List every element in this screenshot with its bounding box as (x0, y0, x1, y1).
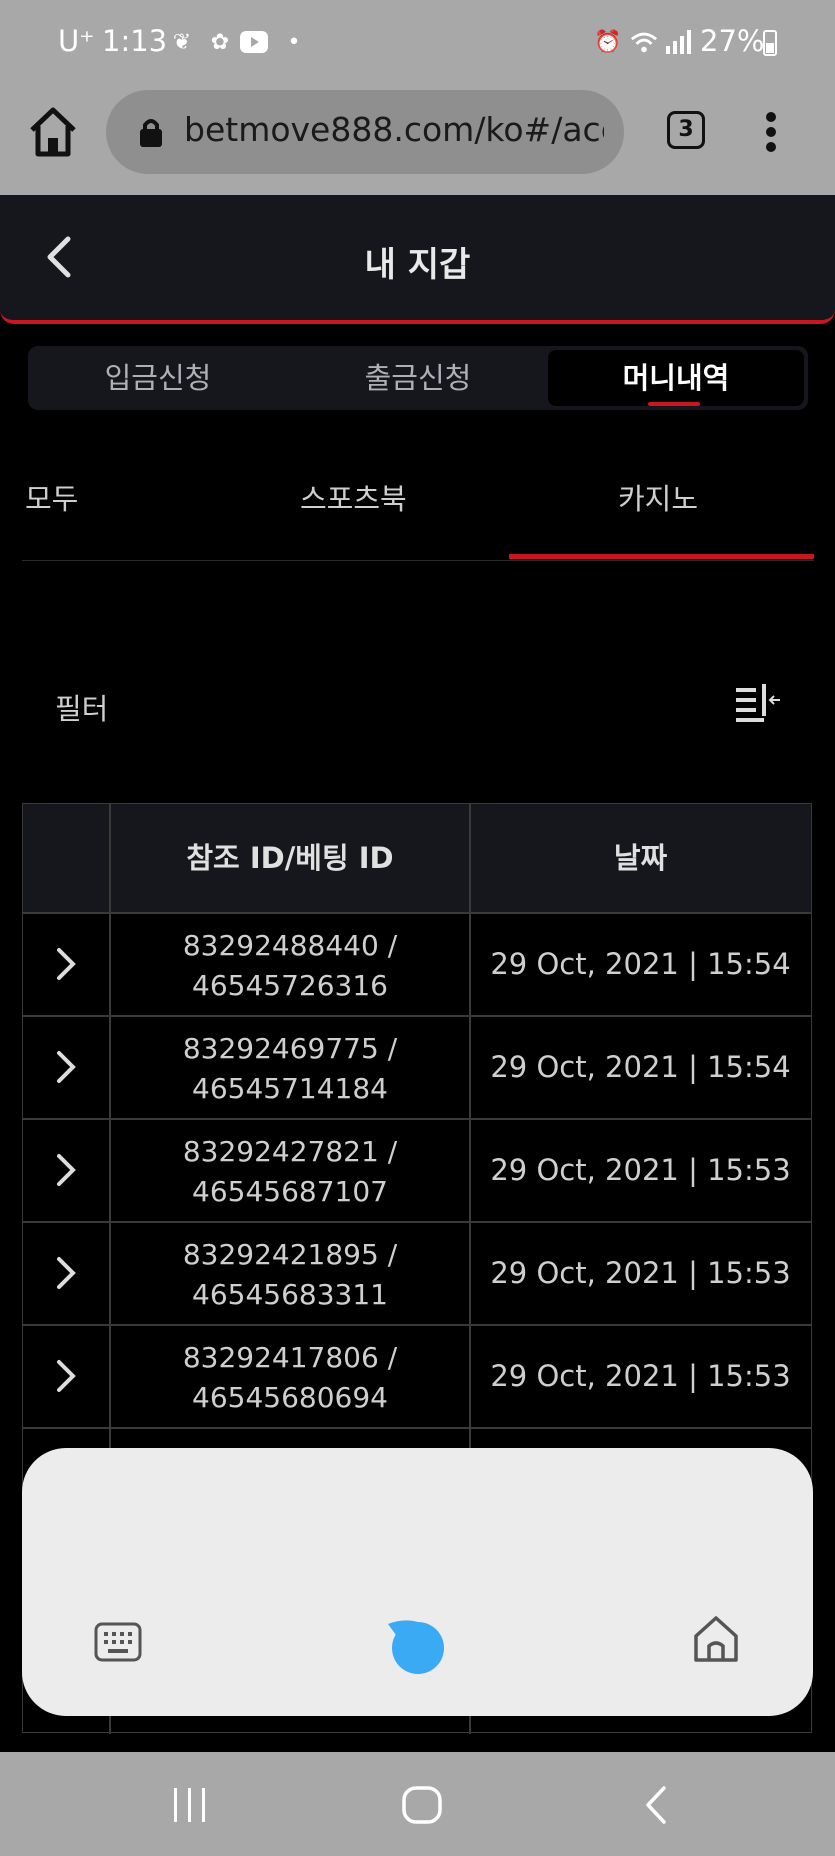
category-tab-casino[interactable]: 카지노 (618, 476, 698, 518)
home-icon (694, 1616, 738, 1662)
more-icon-dot (766, 127, 776, 137)
filter-toggle-button[interactable] (734, 684, 782, 724)
ref-bet-id-cell: 83292417806 / 46545680694 (110, 1338, 470, 1418)
table-row[interactable]: 83292421895 / 46545683311 29 Oct, 2021 | … (23, 1221, 811, 1324)
chevron-right-icon[interactable] (53, 946, 79, 982)
tab-switcher-button[interactable]: 3 (667, 111, 705, 149)
system-nav-bar (0, 1752, 835, 1856)
bet-id: 46545726316 (192, 969, 388, 1002)
game-notification-icon: ✿ (210, 29, 230, 55)
date-cell: 29 Oct, 2021 | 15:53 (490, 1153, 791, 1187)
status-bar: U⁺ 1:13 ❦ ✿ • ⏰ 27% (0, 0, 835, 86)
ref-id: 83292469775 / (182, 1032, 398, 1065)
ref-id: 83292421895 / (182, 1238, 398, 1271)
tab-money-history[interactable]: 머니내역 (548, 350, 804, 406)
table-header-date: 날짜 (470, 804, 811, 912)
nav-back-button[interactable] (640, 1784, 670, 1826)
bet-id: 46545683311 (192, 1278, 388, 1311)
recent-apps-icon (174, 1788, 205, 1822)
page-title: 내 지갑 (364, 245, 471, 285)
filter-label[interactable]: 필터 (55, 686, 108, 728)
more-notifications-dot-icon: • (287, 29, 301, 55)
wifi-icon (630, 28, 658, 56)
chevron-right-icon[interactable] (53, 1152, 79, 1188)
ref-bet-id-cell: 83292488440 / 46545726316 (110, 926, 470, 1006)
category-divider (22, 560, 814, 561)
keyboard-button[interactable] (94, 1622, 142, 1662)
url-text: betmove888.com/ko#/acco (184, 110, 604, 149)
ref-bet-id-cell: 83292427821 / 46545687107 (110, 1132, 470, 1212)
battery-percent: 27% (700, 24, 765, 58)
tab-withdraw-request[interactable]: 출금신청 (288, 346, 548, 410)
table-row[interactable]: 83292469775 / 46545714184 29 Oct, 2021 | … (23, 1015, 811, 1118)
bet-id: 46545687107 (192, 1175, 388, 1208)
category-tab-all[interactable]: 모두 (25, 476, 78, 518)
date-cell: 29 Oct, 2021 | 15:54 (490, 947, 791, 981)
ref-id: 83292488440 / (182, 929, 398, 962)
floating-dock (22, 1448, 813, 1716)
home-icon (30, 107, 76, 157)
table-row[interactable]: 83292488440 / 46545726316 29 Oct, 2021 | … (23, 912, 811, 1015)
wallet-segment-tabs: 입금신청 출금신청 머니내역 (28, 346, 808, 410)
address-bar[interactable]: betmove888.com/ko#/acco (106, 90, 624, 174)
status-time: 1:13 (102, 24, 168, 58)
filter-sort-icon (736, 684, 780, 722)
browser-home-button[interactable] (26, 104, 80, 160)
battery-icon (763, 30, 777, 56)
app-header: 내 지갑 (0, 195, 835, 324)
browser-menu-button[interactable] (764, 112, 778, 152)
dock-home-button[interactable] (692, 1614, 740, 1664)
more-icon-dot (766, 142, 776, 152)
date-cell: 29 Oct, 2021 | 15:53 (490, 1359, 791, 1393)
carrier-label: U⁺ (58, 24, 95, 58)
recent-apps-button[interactable] (170, 1786, 210, 1824)
category-tab-sportsbook[interactable]: 스포츠북 (300, 476, 407, 518)
bet-id: 46545680694 (192, 1381, 388, 1414)
assistant-button[interactable] (384, 1616, 448, 1676)
ref-id: 83292417806 / (182, 1341, 398, 1374)
chevron-right-icon[interactable] (53, 1049, 79, 1085)
table-header-expand (23, 804, 110, 912)
nav-home-icon (402, 1786, 442, 1824)
assistant-icon (388, 1620, 444, 1674)
ref-bet-id-cell: 83292421895 / 46545683311 (110, 1235, 470, 1315)
chevron-right-icon[interactable] (53, 1358, 79, 1394)
lock-icon (140, 119, 162, 147)
youtube-icon (240, 28, 268, 56)
ref-bet-id-cell: 83292469775 / 46545714184 (110, 1029, 470, 1109)
ref-id: 83292427821 / (182, 1135, 398, 1168)
table-row[interactable]: 83292417806 / 46545680694 29 Oct, 2021 | … (23, 1324, 811, 1427)
active-category-indicator (509, 554, 814, 559)
chevron-right-icon[interactable] (53, 1255, 79, 1291)
bet-id: 46545714184 (192, 1072, 388, 1105)
table-header-ref-id: 참조 ID/베팅 ID (110, 804, 470, 912)
more-icon (766, 112, 776, 122)
date-cell: 29 Oct, 2021 | 15:53 (490, 1256, 791, 1290)
date-cell: 29 Oct, 2021 | 15:54 (490, 1050, 791, 1084)
notification-icon: ❦ (172, 29, 192, 55)
alarm-icon: ⏰ (594, 29, 622, 55)
signal-icon (664, 28, 692, 56)
nav-home-button[interactable] (400, 1784, 444, 1826)
active-segment-indicator (648, 402, 700, 406)
keyboard-icon (94, 1622, 142, 1662)
tab-deposit-request[interactable]: 입금신청 (28, 346, 288, 410)
table-row[interactable]: 83292427821 / 46545687107 29 Oct, 2021 | … (23, 1118, 811, 1221)
nav-back-icon (646, 1786, 666, 1824)
